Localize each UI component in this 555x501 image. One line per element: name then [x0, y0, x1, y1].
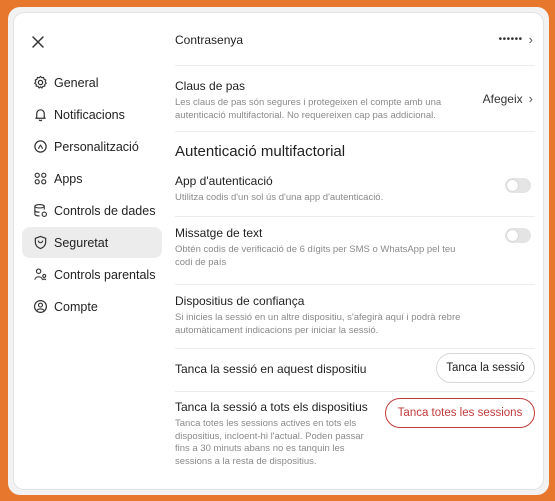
- text-message-toggle[interactable]: [505, 228, 531, 243]
- bell-icon: [32, 107, 48, 123]
- sidebar-item-notifications[interactable]: Notificacions: [22, 99, 162, 130]
- password-masked-value: ••••••: [498, 34, 523, 45]
- passkeys-description: Les claus de pas són segures i protegeix…: [175, 97, 442, 121]
- passkeys-label: Claus de pas: [175, 79, 246, 93]
- sidebar-item-parental-controls[interactable]: Controls parentals: [22, 259, 162, 290]
- sidebar-item-general[interactable]: General: [22, 67, 162, 98]
- sidebar-item-label: Controls de dades: [54, 203, 156, 218]
- authenticator-app-description: Utilitza codis d'un sol ús d'una app d'a…: [175, 192, 384, 203]
- trusted-devices-description: Si inicies la sessió en un altre disposi…: [175, 312, 461, 336]
- chevron-right-icon: ›: [528, 32, 533, 47]
- trusted-devices-label: Dispositius de confiança: [175, 294, 305, 308]
- toggle-knob: [507, 180, 518, 191]
- database-icon: [32, 203, 48, 219]
- sidebar-item-label: Compte: [54, 299, 98, 314]
- sidebar-item-account[interactable]: Compte: [22, 291, 162, 322]
- toggle-knob: [507, 230, 518, 241]
- sidebar-item-label: Seguretat: [54, 235, 109, 250]
- sidebar-item-label: Notificacions: [54, 107, 125, 122]
- settings-nav: General Notificacions Personalització Ap…: [22, 67, 162, 323]
- logout-this-device-label: Tanca la sessió en aquest dispositiu: [175, 362, 367, 376]
- passkeys-row: Claus de pas Les claus de pas són segure…: [175, 65, 535, 132]
- sidebar-item-apps[interactable]: Apps: [22, 163, 162, 194]
- authenticator-app-toggle[interactable]: [505, 178, 531, 193]
- settings-sidebar: General Notificacions Personalització Ap…: [14, 13, 166, 489]
- logout-all-devices-button[interactable]: Tanca totes les sessions: [385, 398, 535, 428]
- parental-icon: [32, 267, 48, 283]
- text-message-description: Obtén codis de verificació de 6 dígits p…: [175, 244, 456, 268]
- apps-grid-icon: [32, 171, 48, 187]
- password-value[interactable]: •••••• ›: [499, 32, 533, 47]
- logout-all-devices-label: Tanca la sessió a tots els dispositius: [175, 400, 368, 414]
- add-passkey-button[interactable]: Afegeix ›: [483, 91, 533, 106]
- mfa-heading: Autenticació multifactorial: [175, 143, 346, 160]
- add-passkey-label: Afegeix: [482, 91, 523, 106]
- shield-icon: [32, 235, 48, 251]
- sidebar-item-security[interactable]: Seguretat: [22, 227, 162, 258]
- text-message-row: Missatge de text Obtén codis de verifica…: [175, 216, 535, 285]
- sidebar-item-personalization[interactable]: Personalització: [22, 131, 162, 162]
- account-icon: [32, 299, 48, 315]
- settings-panel: General Notificacions Personalització Ap…: [14, 13, 543, 489]
- password-row[interactable]: Contrasenya •••••• ›: [175, 13, 535, 66]
- authenticator-app-label: App d'autenticació: [175, 174, 273, 188]
- sidebar-item-data-controls[interactable]: Controls de dades: [22, 195, 162, 226]
- sidebar-item-label: Apps: [54, 171, 83, 186]
- security-settings-content: Contrasenya •••••• › Claus de pas Les cl…: [166, 13, 543, 489]
- close-icon: [32, 36, 44, 48]
- logout-all-devices-row: Tanca la sessió a tots els dispositius T…: [175, 391, 535, 489]
- sidebar-item-label: Personalització: [54, 139, 139, 154]
- logout-all-devices-description: Tanca totes les sessions actives en tots…: [175, 418, 364, 467]
- settings-window-frame: General Notificacions Personalització Ap…: [8, 7, 549, 495]
- password-label: Contrasenya: [175, 33, 244, 47]
- logout-this-device-row: Tanca la sessió en aquest dispositiu Tan…: [175, 348, 535, 392]
- gear-icon: [32, 75, 48, 91]
- trusted-devices-row: Dispositius de confiança Si inicies la s…: [175, 284, 535, 349]
- text-message-label: Missatge de text: [175, 226, 263, 240]
- sidebar-item-label: Controls parentals: [54, 267, 156, 282]
- sidebar-item-label: General: [54, 75, 99, 90]
- close-button[interactable]: [27, 31, 49, 53]
- palette-icon: [32, 139, 48, 155]
- authenticator-app-row: App d'autenticació Utilitza codis d'un s…: [175, 166, 535, 217]
- chevron-right-icon: ›: [528, 91, 533, 106]
- logout-this-device-button[interactable]: Tanca la sessió: [436, 353, 535, 383]
